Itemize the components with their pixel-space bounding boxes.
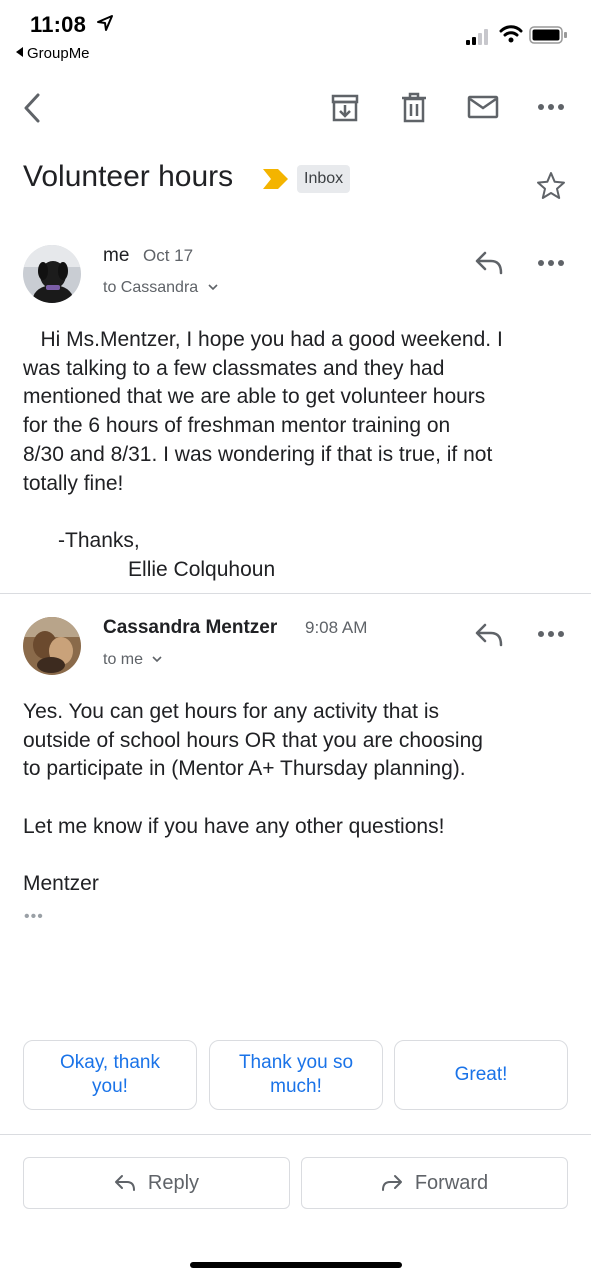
back-to-app-link[interactable]: GroupMe — [16, 45, 90, 62]
cellular-signal-icon — [466, 29, 488, 45]
reply-label: Reply — [147, 1171, 200, 1194]
back-triangle-icon — [16, 47, 23, 57]
show-trimmed-content-button[interactable]: ••• — [24, 908, 44, 926]
message-date: Oct 17 — [143, 246, 194, 265]
back-app-label: GroupMe — [27, 45, 90, 62]
status-time: 11:08 — [30, 12, 87, 37]
message-divider — [0, 593, 591, 594]
forward-label: Forward — [414, 1171, 489, 1194]
forward-button[interactable]: Forward — [301, 1157, 568, 1209]
reply-icon — [114, 1175, 135, 1191]
important-marker-icon[interactable] — [263, 169, 289, 189]
smart-reply-chip[interactable]: Great! — [394, 1040, 568, 1110]
message-more-icon[interactable] — [537, 628, 565, 640]
recipient-label: to Cassandra — [103, 279, 199, 296]
message-sender: me — [103, 245, 130, 266]
more-options-icon[interactable] — [537, 100, 565, 114]
battery-icon — [529, 26, 567, 44]
smart-reply-chip[interactable]: Okay, thank you! — [23, 1040, 197, 1110]
message-body: Yes. You can get hours for any activity … — [23, 700, 483, 896]
smart-reply-label: Thank you so much! — [238, 1052, 354, 1097]
smart-reply-label: Okay, thank you! — [60, 1052, 160, 1097]
message-date: 9:08 AM — [305, 618, 368, 637]
reply-icon[interactable] — [474, 250, 504, 276]
smart-reply-chip[interactable]: Thank you so much! — [209, 1040, 383, 1110]
archive-icon[interactable] — [330, 92, 360, 124]
recipient-details-toggle[interactable]: to Cassandra — [103, 279, 219, 297]
chevron-down-icon — [152, 656, 163, 663]
recipient-label: to me — [103, 651, 144, 668]
home-indicator[interactable] — [190, 1262, 402, 1268]
wifi-icon — [499, 25, 523, 43]
recipient-details-toggle[interactable]: to me — [103, 651, 163, 669]
reply-icon[interactable] — [474, 622, 504, 648]
smart-reply-label: Great! — [454, 1064, 508, 1085]
avatar-cassandra[interactable] — [23, 617, 81, 675]
actions-divider — [0, 1134, 591, 1135]
reply-button[interactable]: Reply — [23, 1157, 290, 1209]
profile-photo-icon — [23, 617, 81, 675]
back-arrow-icon[interactable] — [18, 92, 46, 124]
chevron-down-icon — [208, 284, 218, 291]
email-subject: Volunteer hours — [23, 160, 234, 193]
trash-icon[interactable] — [400, 92, 428, 124]
message-more-icon[interactable] — [537, 257, 565, 269]
message-sender: Cassandra Mentzer — [103, 617, 278, 638]
forward-icon — [381, 1175, 402, 1191]
location-arrow-icon — [97, 15, 113, 31]
star-icon[interactable] — [536, 171, 566, 201]
avatar-me[interactable] — [23, 245, 81, 303]
inbox-label-badge[interactable]: Inbox — [297, 165, 351, 193]
message-body: Hi Ms.Mentzer, I hope you had a good wee… — [23, 328, 503, 581]
dog-photo-icon — [23, 245, 81, 303]
mail-icon[interactable] — [467, 92, 499, 122]
